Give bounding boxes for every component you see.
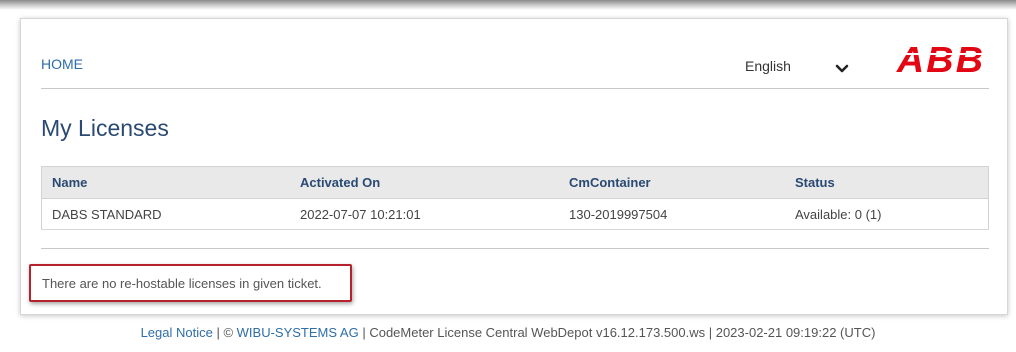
header-divider — [41, 88, 989, 89]
language-select[interactable]: English — [745, 55, 849, 77]
cell-status: Available: 0 (1) — [785, 198, 989, 230]
cell-activated-on: 2022-07-07 10:21:01 — [290, 198, 559, 230]
page-title: My Licenses — [41, 115, 169, 141]
home-link[interactable]: HOME — [41, 56, 83, 72]
column-header-cmcontainer: CmContainer — [559, 166, 785, 199]
column-header-activated-on: Activated On — [290, 166, 559, 199]
abb-logo: ABB — [896, 39, 986, 80]
window-top-shadow — [0, 0, 1016, 10]
cell-cmcontainer: 130-2019997504 — [559, 198, 785, 230]
company-link[interactable]: WIBU-SYSTEMS AG — [237, 325, 359, 340]
licenses-table: Name Activated On CmContainer Status DAB… — [41, 166, 989, 230]
cell-name: DABS STANDARD — [41, 198, 290, 230]
language-value: English — [745, 58, 791, 74]
main-panel: HOME English ABB My Licenses Name Activa… — [20, 18, 1008, 315]
footer-separator: | © — [212, 325, 237, 340]
column-header-status: Status — [785, 166, 989, 199]
legal-notice-link[interactable]: Legal Notice — [141, 325, 213, 340]
logo-stripe — [899, 53, 991, 55]
table-divider — [41, 248, 989, 249]
table-header-row: Name Activated On CmContainer Status — [41, 166, 989, 199]
column-header-name: Name — [41, 166, 290, 199]
chevron-down-icon — [835, 61, 849, 73]
notice-text: There are no re-hostable licenses in giv… — [42, 275, 322, 291]
table-row: DABS STANDARD 2022-07-07 10:21:01 130-20… — [41, 198, 989, 230]
footer-version-info: | CodeMeter License Central WebDepot v16… — [358, 325, 876, 340]
footer: Legal Notice | © WIBU-SYSTEMS AG | CodeM… — [0, 325, 1016, 340]
no-licenses-notice: There are no re-hostable licenses in giv… — [29, 264, 352, 302]
